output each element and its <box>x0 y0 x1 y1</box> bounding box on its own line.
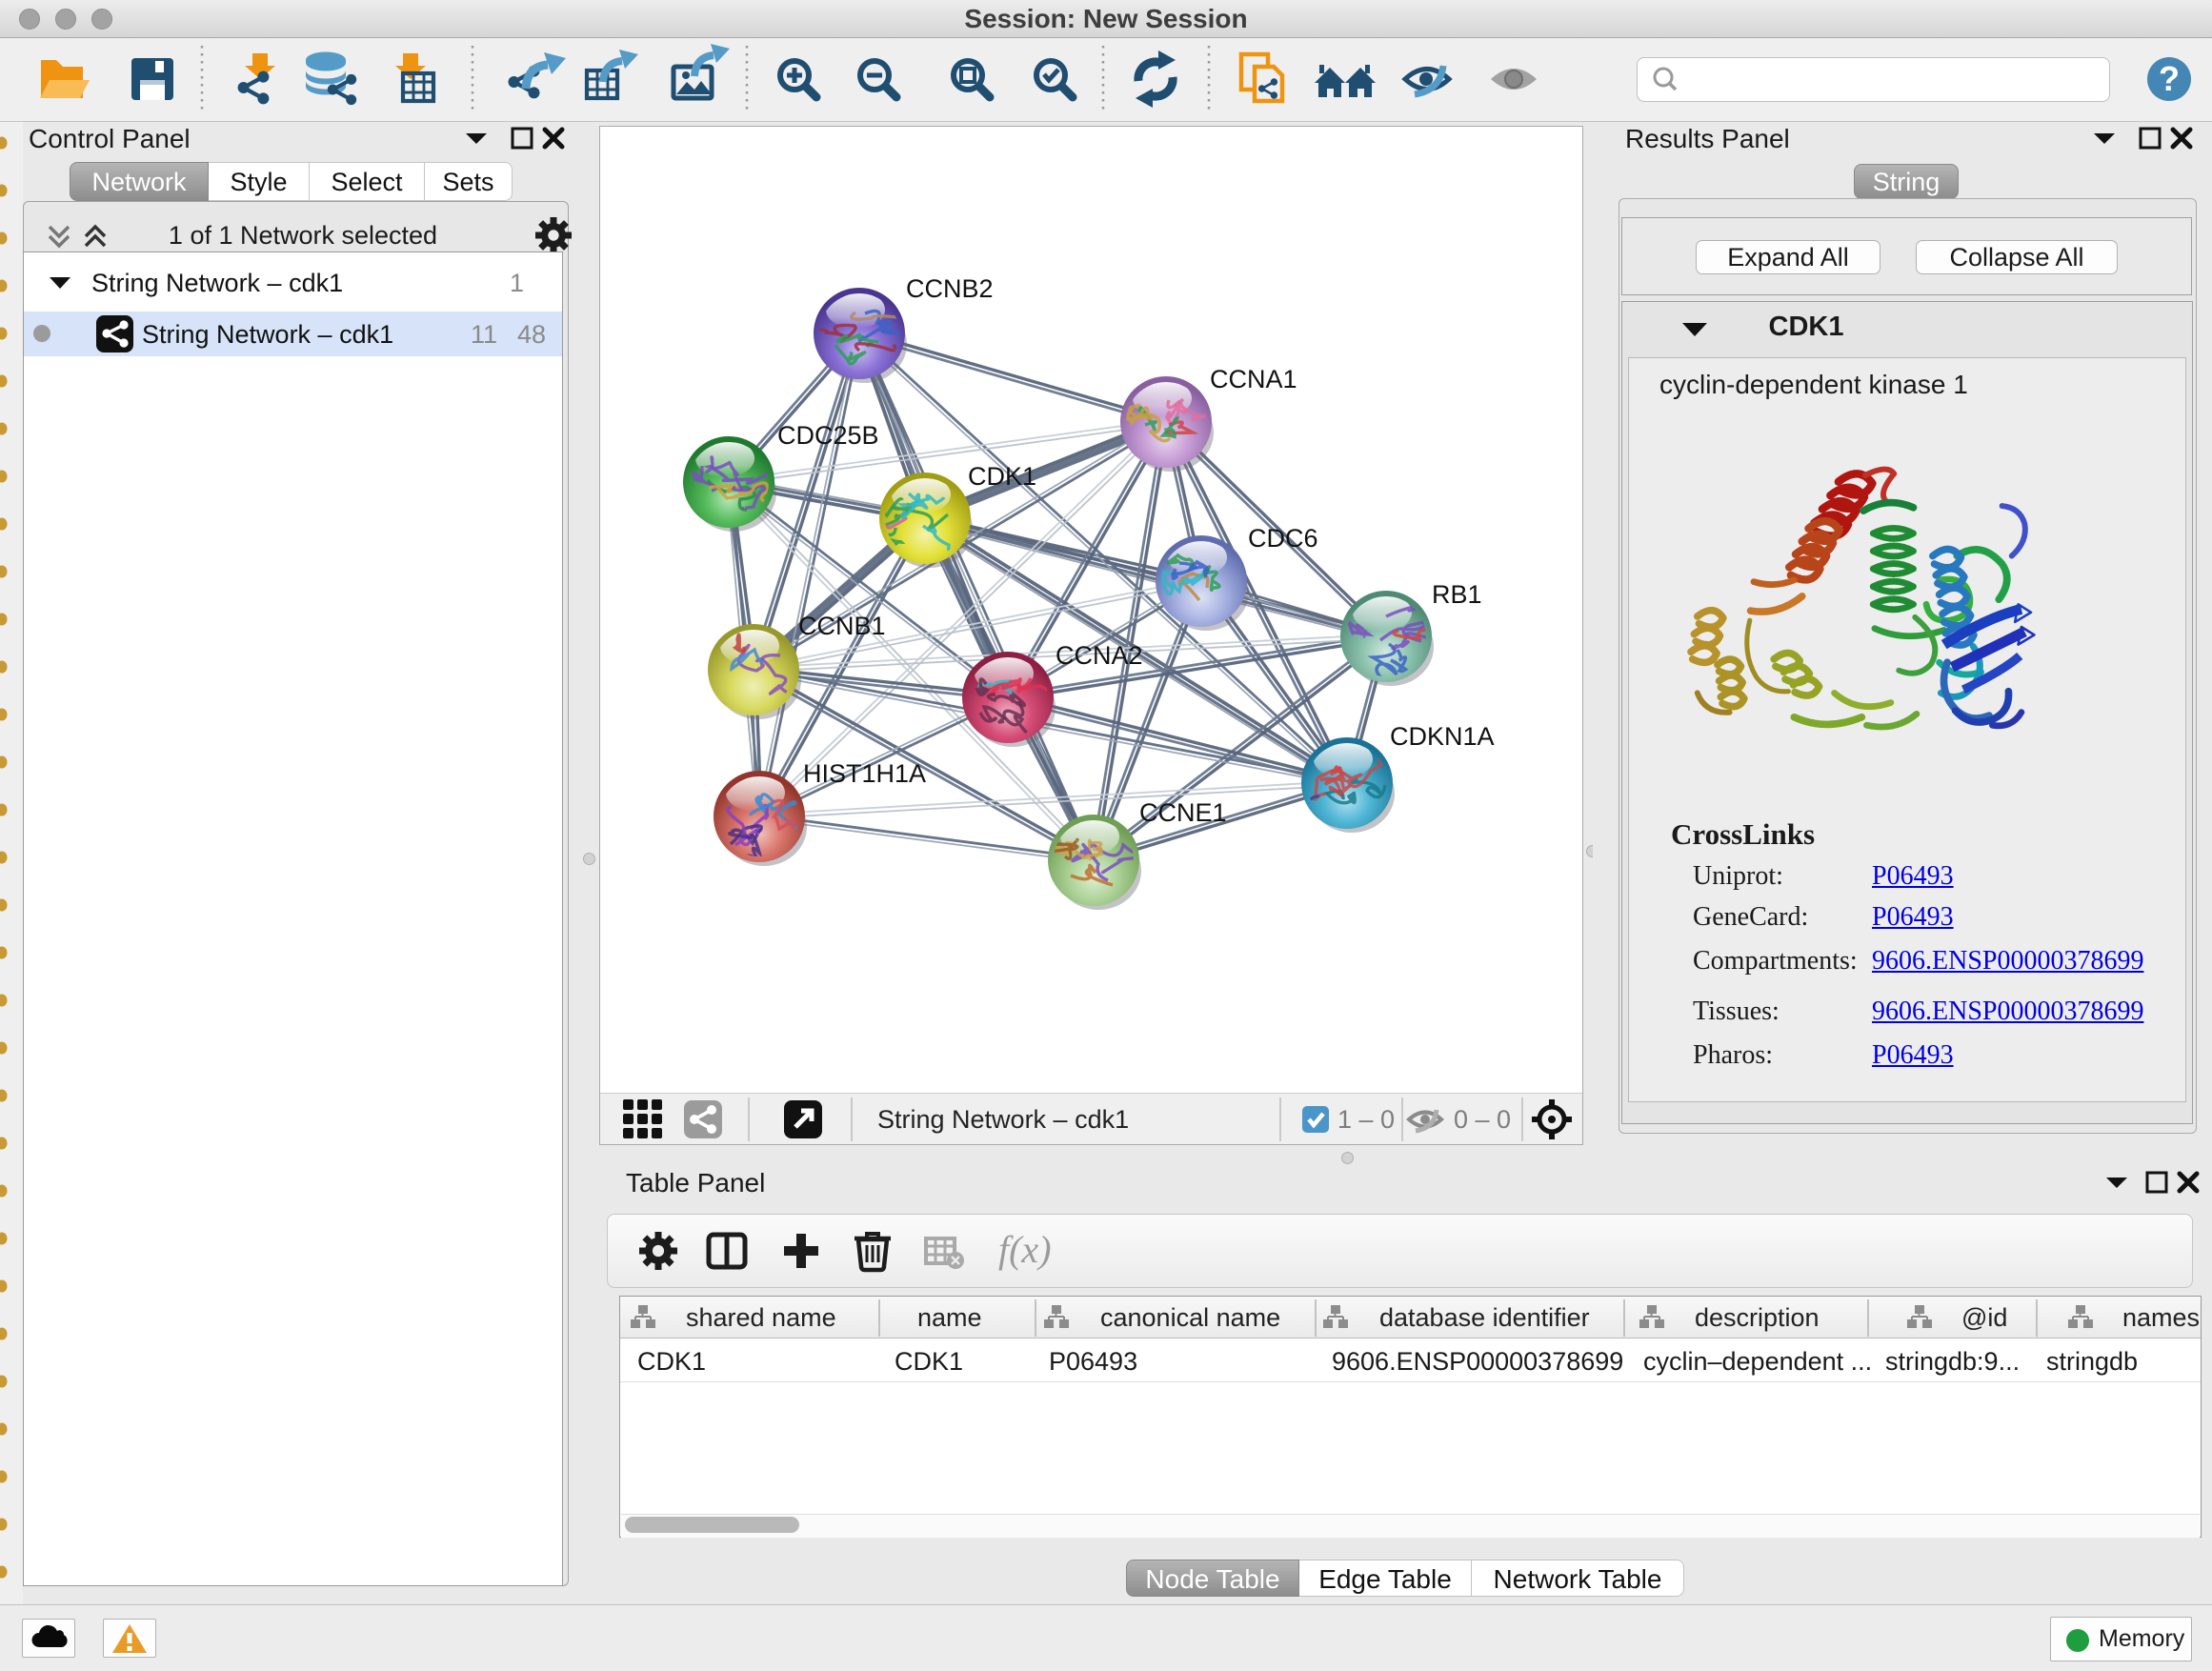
svg-text:CCNA2: CCNA2 <box>1056 641 1143 670</box>
svg-text:database identifier: database identifier <box>1379 1303 1590 1332</box>
svg-text:CCNB1: CCNB1 <box>798 612 886 640</box>
svg-text:CCNE1: CCNE1 <box>1139 798 1227 827</box>
svg-text:1: 1 <box>510 269 524 297</box>
svg-text:?: ? <box>2159 59 2180 98</box>
svg-text:name: name <box>917 1303 982 1332</box>
svg-text:CDC6: CDC6 <box>1248 524 1318 553</box>
svg-text:CDK1: CDK1 <box>968 462 1036 491</box>
svg-text:canonical name: canonical name <box>1100 1303 1280 1332</box>
svg-text:CDC25B: CDC25B <box>777 421 879 450</box>
svg-text:String Network – cdk1: String Network – cdk1 <box>877 1105 1129 1134</box>
svg-text:HIST1H1A: HIST1H1A <box>803 759 926 788</box>
svg-text:description: description <box>1695 1303 1820 1332</box>
svg-text:11: 11 <box>471 320 497 349</box>
svg-text:RB1: RB1 <box>1432 580 1482 609</box>
svg-text:1 – 0: 1 – 0 <box>1337 1105 1395 1134</box>
svg-text:0 – 0: 0 – 0 <box>1454 1105 1511 1134</box>
svg-text:@id: @id <box>1961 1303 2007 1332</box>
svg-text:48: 48 <box>517 320 546 349</box>
svg-text:CCNB2: CCNB2 <box>906 274 994 303</box>
svg-text:shared name: shared name <box>686 1303 836 1332</box>
svg-text:String Network – cdk1: String Network – cdk1 <box>91 269 343 297</box>
svg-text:namespace: namespace <box>2122 1303 2201 1332</box>
svg-text:String Network – cdk1: String Network – cdk1 <box>142 320 393 349</box>
svg-text:CDKN1A: CDKN1A <box>1390 722 1495 751</box>
svg-text:f(x): f(x) <box>998 1228 1052 1271</box>
svg-text:CCNA1: CCNA1 <box>1210 365 1297 393</box>
